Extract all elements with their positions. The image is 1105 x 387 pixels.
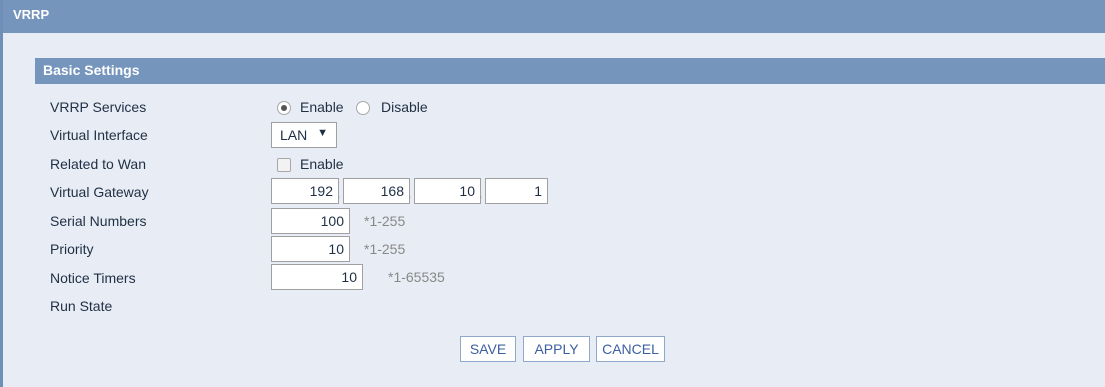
related-to-wan-checkbox[interactable]: [277, 158, 291, 172]
section-header: Basic Settings: [35, 58, 1105, 84]
cancel-button[interactable]: CANCEL: [596, 336, 665, 362]
gateway-octet-4[interactable]: 1: [485, 178, 548, 204]
priority-label: Priority: [50, 241, 94, 257]
serial-numbers-label: Serial Numbers: [50, 213, 147, 229]
notice-timers-input[interactable]: 10: [271, 264, 363, 290]
virtual-gateway-label: Virtual Gateway: [50, 184, 149, 200]
notice-timers-hint: *1-65535: [388, 269, 445, 285]
vrrp-enable-label[interactable]: Enable: [300, 99, 344, 115]
related-to-wan-enable-label[interactable]: Enable: [300, 156, 344, 172]
virtual-interface-select[interactable]: LAN ▼: [271, 122, 337, 148]
vrrp-panel: VRRP Basic Settings VRRP Services Enable…: [0, 0, 1105, 387]
vrrp-disable-radio[interactable]: [356, 101, 370, 115]
serial-numbers-hint: *1-255: [364, 213, 406, 229]
notice-timers-label: Notice Timers: [50, 270, 136, 286]
gateway-octet-2[interactable]: 168: [343, 178, 410, 204]
vrrp-disable-label[interactable]: Disable: [381, 99, 428, 115]
save-button[interactable]: SAVE: [460, 336, 516, 362]
apply-button[interactable]: APPLY: [523, 336, 590, 362]
vrrp-services-label: VRRP Services: [50, 99, 147, 115]
virtual-interface-label: Virtual Interface: [50, 127, 148, 143]
priority-input[interactable]: 10: [271, 236, 350, 262]
related-to-wan-label: Related to Wan: [50, 156, 146, 172]
octet-separator: .: [408, 186, 412, 201]
run-state-label: Run State: [50, 298, 113, 314]
gateway-octet-3[interactable]: 10: [414, 178, 481, 204]
octet-separator: .: [337, 186, 341, 201]
virtual-interface-value: LAN: [280, 127, 308, 143]
serial-numbers-input[interactable]: 100: [271, 208, 350, 234]
octet-separator: .: [479, 186, 483, 201]
page-title: VRRP: [3, 0, 1105, 33]
vrrp-enable-radio[interactable]: [277, 101, 291, 115]
priority-hint: *1-255: [364, 241, 406, 257]
gateway-octet-1[interactable]: 192: [271, 178, 339, 204]
chevron-down-icon: ▼: [317, 127, 328, 139]
